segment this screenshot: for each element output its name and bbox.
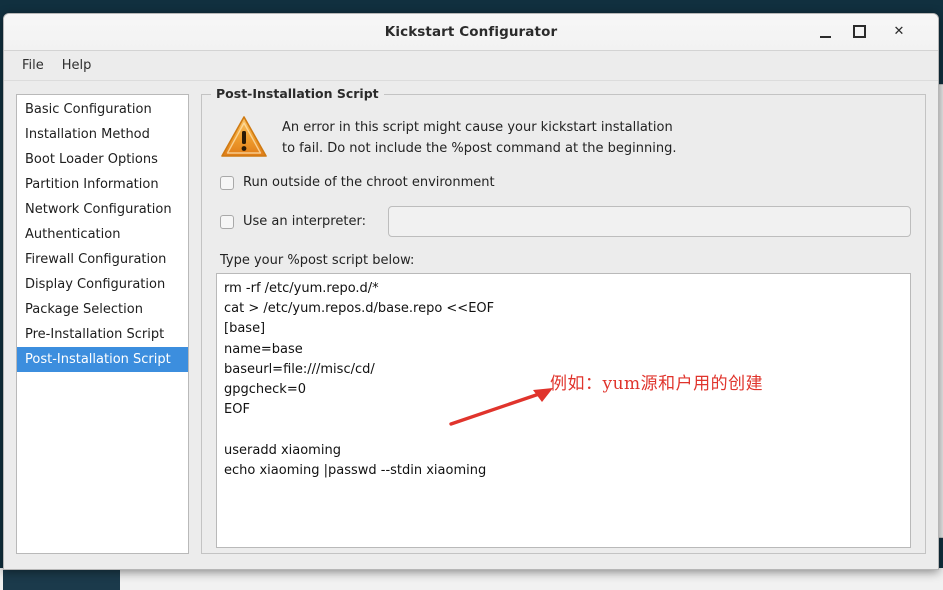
script-content: rm -rf /etc/yum.repo.d/* cat > /etc/yum.… — [224, 281, 495, 478]
sidebar-item-basic-configuration[interactable]: Basic Configuration — [17, 97, 188, 122]
sidebar-item-firewall-configuration[interactable]: Firewall Configuration — [17, 247, 188, 272]
group-title: Post-Installation Script — [211, 86, 384, 101]
sidebar-item-partition-information[interactable]: Partition Information — [17, 172, 188, 197]
interpreter-checkbox-label: Use an interpreter: — [243, 214, 366, 229]
annotation-text: 例如：yum源和户用的创建 — [550, 374, 764, 394]
sidebar-item-boot-loader-options[interactable]: Boot Loader Options — [17, 147, 188, 172]
script-label: Type your %post script below: — [220, 253, 415, 268]
window-title: Kickstart Configurator — [384, 24, 558, 40]
group-content: An error in this script might cause your… — [202, 95, 925, 558]
interpreter-input[interactable] — [387, 206, 911, 237]
interpreter-row: Use an interpreter: — [220, 206, 911, 237]
chroot-checkbox-label: Run outside of the chroot environment — [243, 175, 495, 190]
interpreter-checkbox[interactable] — [220, 214, 234, 229]
warning-text: An error in this script might cause your… — [282, 113, 677, 159]
sidebar-item-network-configuration[interactable]: Network Configuration — [17, 197, 188, 222]
minimize-icon — [819, 36, 831, 38]
kickstart-configurator-window: Kickstart Configurator ✕ File Help Basic… — [3, 13, 939, 570]
close-button[interactable]: ✕ — [882, 14, 916, 50]
sidebar-item-post-installation-script[interactable]: Post-Installation Script — [17, 347, 188, 372]
script-textarea[interactable]: rm -rf /etc/yum.repo.d/* cat > /etc/yum.… — [216, 273, 911, 548]
maximize-icon — [852, 25, 866, 38]
warning-triangle-icon — [221, 116, 267, 157]
menu-file[interactable]: File — [13, 55, 53, 76]
section-list[interactable]: Basic Configuration Installation Method … — [16, 94, 189, 554]
sidebar-item-pre-installation-script[interactable]: Pre-Installation Script — [17, 322, 188, 347]
chroot-checkbox[interactable] — [220, 175, 234, 190]
menubar: File Help — [4, 51, 938, 81]
sidebar-item-installation-method[interactable]: Installation Method — [17, 122, 188, 147]
sidebar-item-package-selection[interactable]: Package Selection — [17, 297, 188, 322]
window-titlebar[interactable]: Kickstart Configurator ✕ — [4, 14, 938, 51]
post-installation-script-group: Post-Installation Script An error in thi… — [201, 86, 926, 554]
menu-help[interactable]: Help — [53, 55, 101, 76]
close-icon: ✕ — [893, 24, 905, 39]
annotation-arrow-icon — [449, 388, 553, 426]
minimize-button[interactable] — [808, 14, 842, 50]
desktop-lower-strip — [0, 568, 943, 590]
maximize-button[interactable] — [842, 14, 876, 50]
sidebar-item-authentication[interactable]: Authentication — [17, 222, 188, 247]
warning-row: An error in this script might cause your… — [220, 113, 911, 159]
sidebar-item-display-configuration[interactable]: Display Configuration — [17, 272, 188, 297]
taskbar-tile[interactable] — [3, 568, 120, 590]
warning-line-1: An error in this script might cause your… — [282, 120, 673, 135]
window-body: Basic Configuration Installation Method … — [4, 81, 938, 569]
warning-line-2: to fail. Do not include the %post comman… — [282, 141, 677, 156]
chroot-checkbox-row[interactable]: Run outside of the chroot environment — [220, 175, 911, 190]
